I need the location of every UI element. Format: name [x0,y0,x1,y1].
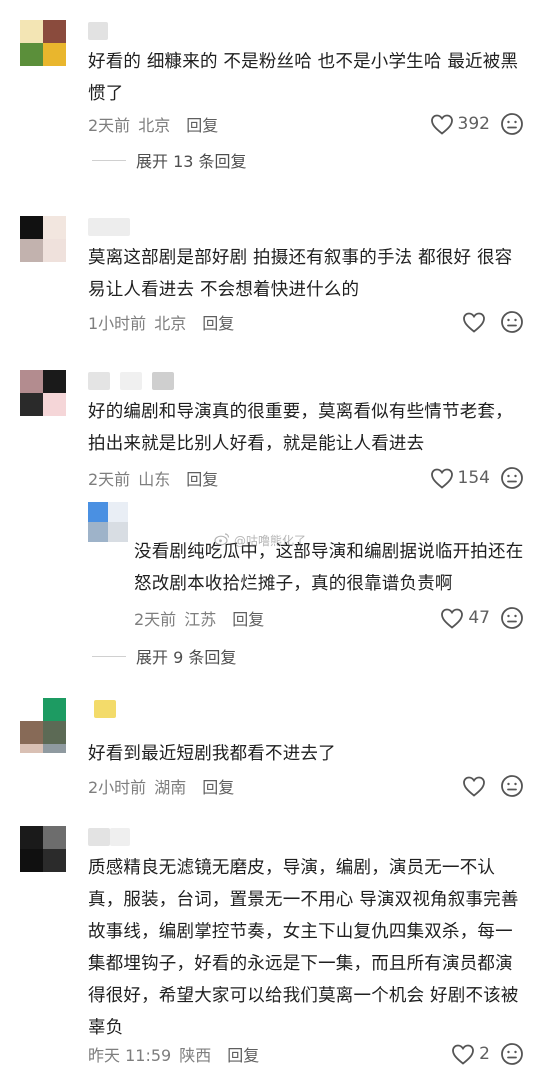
heart-outline-icon [451,1043,475,1065]
comment-time: 2天前 [88,470,131,489]
comment-text: 莫离这部剧是部好剧 拍摄还有叙事的手法 都很好 很容易让人看进去 不会想着快进什… [88,248,513,300]
like-count: 47 [468,608,490,628]
comment-actions: 2 [451,1041,524,1067]
avatar[interactable] [20,216,66,262]
reply-button[interactable]: 回复 [232,606,264,630]
neutral-face-icon [500,112,524,136]
dislike-button[interactable] [500,466,524,490]
neutral-face-icon [500,606,524,630]
heart-outline-icon [430,467,454,489]
avatar[interactable] [20,20,66,66]
reply-button[interactable]: 回复 [227,1042,259,1066]
comment-location: 北京 [154,314,187,333]
comment-location: 湖南 [154,778,187,797]
avatar[interactable] [20,698,66,744]
username-masked[interactable] [88,20,108,42]
like-button[interactable]: 47 [440,607,490,629]
like-button[interactable]: 2 [451,1043,490,1065]
comment-meta: 2天前 北京 回复 [88,111,218,137]
comment-meta: 2小时前 湖南 回复 [88,773,234,799]
reply-button[interactable]: 回复 [186,112,218,136]
neutral-face-icon [500,466,524,490]
reply-button[interactable]: 回复 [202,774,234,798]
like-button[interactable] [462,775,490,797]
comment-meta: 1小时前 北京 回复 [88,309,234,335]
dislike-button[interactable] [500,310,524,334]
dislike-button[interactable] [500,112,524,136]
dislike-button[interactable] [500,606,524,630]
like-count: 154 [457,468,490,488]
avatar[interactable] [20,370,66,416]
dislike-button[interactable] [500,1042,524,1066]
like-button[interactable] [462,311,490,333]
comment-meta: 昨天 11:59 陕西 回复 [88,1041,259,1067]
heart-outline-icon [462,311,486,333]
avatar[interactable] [88,502,128,542]
comment-text: 好看到最近短剧我都看不进去了 [88,744,336,764]
username-masked[interactable] [88,216,130,238]
weibo-logo-icon [214,532,230,549]
comment-actions [462,309,524,335]
heart-outline-icon [430,113,454,135]
comment-text: 好的编剧和导演真的很重要，莫离看似有些情节老套，拍出来就是比别人好看，就是能让人… [88,402,513,454]
divider-line [92,159,126,161]
comment-time: 1小时前 [88,314,147,333]
comment-list: 好看的 细糠来的 不是粉丝哈 也不是小学生哈 最近被黑惯了 2天前 北京 回复 … [0,0,544,1080]
comment-location: 山东 [138,470,171,489]
like-button[interactable]: 154 [430,467,490,489]
username-masked[interactable] [88,698,116,720]
comment-meta: 2天前 山东 回复 [88,465,218,491]
dislike-button[interactable] [500,774,524,798]
comment-location: 北京 [138,116,171,135]
expand-replies-label: 展开 9 条回复 [136,648,237,667]
neutral-face-icon [500,310,524,334]
comment-location: 陕西 [179,1046,212,1065]
avatar-lower [20,744,66,762]
heart-outline-icon [462,775,486,797]
reply-text: 没看剧纯吃瓜中，这部导演和编剧据说临开拍还在怒改剧本收拾烂摊子，真的很靠谱负责啊 [134,542,524,594]
reply-meta: 2天前 江苏 回复 [134,605,264,631]
like-count: 2 [479,1044,490,1064]
comment-time: 2天前 [88,116,131,135]
neutral-face-icon [500,1042,524,1066]
watermark-text: @咕噜熊化了 [234,534,307,548]
comment-text: 质感精良无滤镜无磨皮，导演，编剧，演员无一不认真，服装，台词，置景无一不用心 导… [88,858,519,1038]
avatar[interactable] [20,826,66,872]
comment-text: 好看的 细糠来的 不是粉丝哈 也不是小学生哈 最近被黑惯了 [88,52,519,104]
like-button[interactable]: 392 [430,113,490,135]
comment-actions [462,773,524,799]
expand-replies[interactable]: 展开 13 条回复 [92,148,247,172]
neutral-face-icon [500,774,524,798]
expand-replies[interactable]: 展开 9 条回复 [92,644,236,668]
comment-actions: 154 [430,465,524,491]
username-masked[interactable] [88,370,174,392]
comment-time: 2小时前 [88,778,147,797]
reply-actions: 47 [440,605,524,631]
reply-button[interactable]: 回复 [202,310,234,334]
heart-outline-icon [440,607,464,629]
divider-line [92,655,126,657]
reply-time: 2天前 [134,610,177,629]
username-masked[interactable] [88,826,130,848]
expand-replies-label: 展开 13 条回复 [136,152,247,171]
watermark: @咕噜熊化了 [214,532,306,549]
comment-time: 昨天 11:59 [88,1046,172,1065]
reply-location: 江苏 [184,610,217,629]
comment-actions: 392 [430,111,524,137]
like-count: 392 [457,114,490,134]
reply-button[interactable]: 回复 [186,466,218,490]
